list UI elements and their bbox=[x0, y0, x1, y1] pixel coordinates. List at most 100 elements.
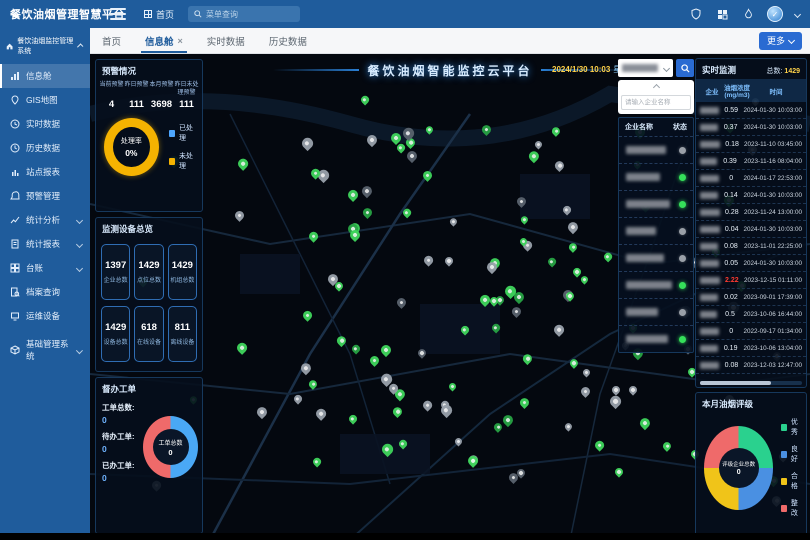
legend-item: 整改 bbox=[781, 498, 802, 518]
realtime-row[interactable]: 0.022023-09-01 17:39:00 bbox=[696, 289, 806, 306]
concentration-value: 0.14 bbox=[718, 192, 743, 199]
sidebar-item-archive-query[interactable]: 档案查询 bbox=[0, 280, 90, 304]
company-name-blurred bbox=[700, 158, 717, 165]
concentration-value: 0.28 bbox=[720, 209, 744, 216]
workorder-stat: 待办工单:0 bbox=[102, 431, 141, 454]
concentration-value: 0 bbox=[719, 175, 744, 182]
bell-icon bbox=[10, 191, 20, 201]
realtime-row[interactable]: 0.142024-01-30 10:03:00 bbox=[696, 187, 806, 204]
workorder-donut: 工单总数 0 bbox=[143, 416, 198, 478]
chevron-down-icon bbox=[76, 216, 83, 223]
realtime-row[interactable]: 02024-01-17 22:53:00 bbox=[696, 170, 806, 187]
tab-realtime-data[interactable]: 实时数据 bbox=[195, 28, 257, 53]
user-avatar[interactable]: ✓ bbox=[767, 6, 783, 22]
menu-search bbox=[188, 6, 300, 22]
bottom-strip bbox=[0, 533, 810, 540]
screen-title: 餐饮油烟智能监控云平台 bbox=[367, 62, 532, 79]
company-search-button[interactable] bbox=[676, 59, 694, 77]
tab-info-cockpit[interactable]: 信息舱× bbox=[133, 28, 195, 53]
shield-icon[interactable] bbox=[689, 7, 703, 21]
company-select[interactable] bbox=[618, 59, 673, 77]
realtime-row[interactable]: 02022-09-17 01:34:00 bbox=[696, 323, 806, 340]
company-row[interactable] bbox=[619, 136, 693, 163]
home-nav-chip[interactable]: 首页 bbox=[144, 8, 174, 21]
sidebar-system-header[interactable]: 餐饮油烟监控管理系统 bbox=[0, 28, 90, 64]
collapse-button[interactable] bbox=[621, 82, 691, 91]
sidebar-item-site-report[interactable]: 站点报表 bbox=[0, 160, 90, 184]
sidebar-item-realtime-data[interactable]: 实时数据 bbox=[0, 112, 90, 136]
company-name-blurred bbox=[626, 308, 658, 316]
tab-home[interactable]: 首页 bbox=[90, 28, 133, 53]
realtime-row[interactable]: 0.042024-01-30 10:03:00 bbox=[696, 221, 806, 238]
realtime-row[interactable]: 0.372024-01-30 10:03:00 bbox=[696, 119, 806, 136]
timestamp: 2024-01-17 22:53:00 bbox=[744, 175, 802, 182]
device-stat-label: 企业总数 bbox=[104, 275, 128, 284]
legend-swatch bbox=[781, 478, 787, 485]
realtime-row[interactable]: 0.392023-11-16 08:04:00 bbox=[696, 153, 806, 170]
sidebar-item-base-system[interactable]: 基础管理系统 bbox=[0, 338, 90, 362]
top-navbar: 餐饮油烟管理智慧平台 首页 ✓ bbox=[0, 0, 810, 28]
dashboard-icon bbox=[10, 71, 20, 81]
realtime-row[interactable]: 0.282023-11-24 13:00:00 bbox=[696, 204, 806, 221]
close-icon[interactable]: × bbox=[178, 36, 183, 46]
legend-label: 合格 bbox=[791, 471, 802, 491]
app-title: 餐饮油烟管理智慧平台 bbox=[0, 6, 96, 22]
chevron-down-icon[interactable] bbox=[794, 10, 801, 17]
realtime-row[interactable]: 0.182023-11-10 03:45:00 bbox=[696, 136, 806, 153]
workorder-stat: 工单总数:0 bbox=[102, 402, 141, 425]
timestamp: 2024-01-30 10:03:00 bbox=[744, 107, 802, 114]
status-dot-gray bbox=[679, 228, 686, 235]
company-name-blurred bbox=[700, 277, 720, 284]
company-name-input[interactable] bbox=[621, 95, 691, 110]
sidebar-item-gis-map[interactable]: GIS地图 bbox=[0, 88, 90, 112]
tab-history-data[interactable]: 历史数据 bbox=[257, 28, 319, 53]
timestamp: 2023-11-16 08:04:00 bbox=[743, 158, 802, 165]
flame-icon[interactable] bbox=[741, 7, 755, 21]
realtime-row[interactable]: 0.052024-01-30 10:03:00 bbox=[696, 255, 806, 272]
status-dot-gray bbox=[679, 309, 686, 316]
sidebar-item-history-data[interactable]: 历史数据 bbox=[0, 136, 90, 160]
company-row[interactable] bbox=[619, 325, 693, 352]
realtime-row[interactable]: 2.222023-12-15 01:11:00 bbox=[696, 272, 806, 289]
apps-icon[interactable] bbox=[715, 7, 729, 21]
alert-stat-value: 111 bbox=[124, 99, 149, 110]
realtime-row[interactable]: 0.192023-10-06 13:04:00 bbox=[696, 340, 806, 357]
more-button[interactable]: 更多 bbox=[759, 32, 802, 50]
concentration-value: 0.5 bbox=[717, 311, 743, 318]
company-row[interactable] bbox=[619, 163, 693, 190]
company-row[interactable] bbox=[619, 217, 693, 244]
company-name-blurred bbox=[700, 107, 719, 114]
menu-search-input[interactable] bbox=[206, 10, 294, 19]
company-row[interactable] bbox=[619, 298, 693, 325]
sidebar-item-info-cockpit[interactable]: 信息舱 bbox=[0, 64, 90, 88]
status-dot-gray bbox=[679, 147, 686, 154]
sidebar-item-stat-report[interactable]: 统计报表 bbox=[0, 232, 90, 256]
alert-stat-value: 3698 bbox=[149, 99, 174, 110]
company-row[interactable] bbox=[619, 190, 693, 217]
device-stat-value: 1397 bbox=[105, 260, 126, 271]
clock-icon bbox=[10, 119, 20, 129]
realtime-row[interactable]: 0.592024-01-30 10:03:00 bbox=[696, 102, 806, 119]
workorder-value: 0 bbox=[102, 473, 141, 483]
realtime-row[interactable]: 0.082023-11-01 22:25:00 bbox=[696, 238, 806, 255]
horizontal-scrollbar[interactable] bbox=[700, 381, 802, 385]
sidebar-item-label: 历史数据 bbox=[26, 142, 60, 154]
alert-overview-panel: 预警情况 当前预警4昨日预警111本月预警3698昨日未处理预警111 处理率 … bbox=[95, 59, 203, 212]
realtime-row[interactable]: 0.082023-12-03 12:47:00 bbox=[696, 357, 806, 374]
company-name-blurred bbox=[700, 226, 720, 233]
sidebar-item-ops-device[interactable]: 运维设备 bbox=[0, 304, 90, 328]
sidebar-item-label: 台账 bbox=[26, 262, 43, 274]
company-row[interactable] bbox=[619, 244, 693, 271]
hamburger-menu-icon[interactable] bbox=[110, 8, 126, 20]
chevron-down-icon bbox=[76, 240, 83, 247]
sidebar-item-ledger[interactable]: 台账 bbox=[0, 256, 90, 280]
company-row[interactable] bbox=[619, 271, 693, 298]
legend-item: 已处理 bbox=[169, 123, 198, 143]
concentration-value: 0.05 bbox=[719, 260, 744, 267]
company-name-blurred bbox=[700, 328, 719, 335]
concentration-value: 0.59 bbox=[719, 107, 744, 114]
alert-stat-label: 昨日预警 bbox=[124, 82, 149, 97]
sidebar-item-alert-management[interactable]: 预警管理 bbox=[0, 184, 90, 208]
realtime-row[interactable]: 0.52023-10-06 16:44:00 bbox=[696, 306, 806, 323]
sidebar-item-stat-analysis[interactable]: 统计分析 bbox=[0, 208, 90, 232]
